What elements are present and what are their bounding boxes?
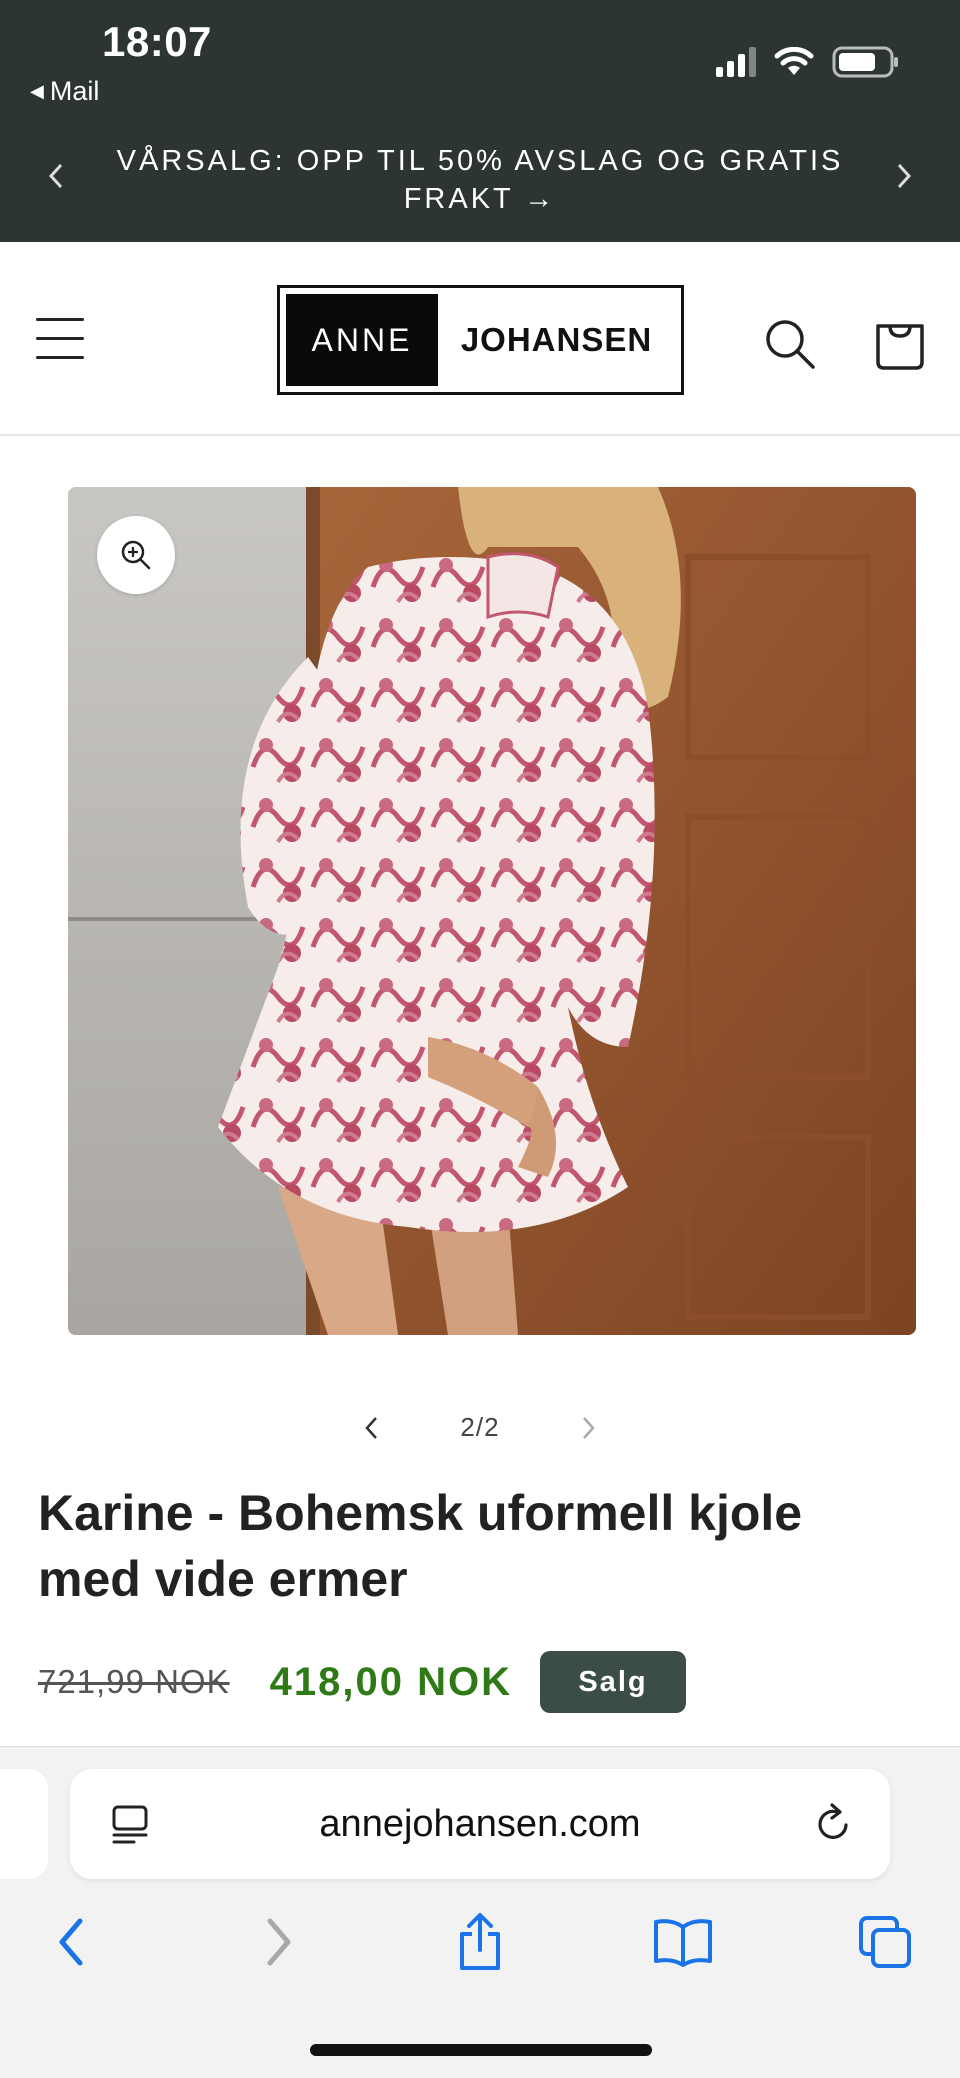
status-time: 18:07 <box>102 18 212 65</box>
product-title: Karine - Bohemsk uformell kjole med vide… <box>38 1485 803 1607</box>
gallery-pager: 2/2 <box>0 1400 960 1456</box>
bookmarks-button[interactable] <box>648 1907 718 1977</box>
share-icon <box>460 1913 500 1970</box>
tabs-icon <box>859 1916 911 1968</box>
announcement-prev-button[interactable] <box>36 156 76 196</box>
logo-left-text: ANNE <box>286 294 438 386</box>
browser-back-button[interactable] <box>36 1907 106 1977</box>
url-text: annejohansen.com <box>319 1802 641 1845</box>
logo-right-text: JOHANSEN <box>460 321 653 358</box>
site-header: ANNE JOHANSEN <box>0 242 960 436</box>
announcement-link[interactable]: VÅRSALG: OPP TIL 50% AVSLAG OG GRATIS FR… <box>110 142 850 218</box>
cart-button[interactable] <box>872 312 928 372</box>
back-arrow-icon <box>59 1918 83 1966</box>
top-bar: 18:07 ◀ Mail VÅRSALG: OPP TIL 50% AVSLAG… <box>0 0 960 242</box>
menu-button[interactable] <box>36 316 86 362</box>
zoom-button[interactable] <box>97 516 175 594</box>
back-app-label: Mail <box>49 76 100 106</box>
search-icon <box>766 320 815 369</box>
zoom-in-icon <box>121 540 151 570</box>
back-to-mail-link[interactable]: ◀ Mail <box>30 76 99 107</box>
product-photo-dress <box>68 487 916 1335</box>
chevron-right-icon <box>897 163 912 189</box>
announcement-next-button[interactable] <box>884 156 924 196</box>
wifi-icon <box>774 47 814 75</box>
store-logo[interactable]: ANNE JOHANSEN <box>277 285 684 395</box>
search-button[interactable] <box>762 316 818 372</box>
sale-badge: Salg <box>539 1651 686 1713</box>
battery-icon <box>832 46 898 78</box>
chevron-left-icon <box>48 163 63 189</box>
price-row: 721,99 NOK 418,00 NOK Salg <box>38 1650 686 1714</box>
back-triangle-icon: ◀ <box>30 81 44 101</box>
gallery-next-button[interactable] <box>568 1408 608 1448</box>
book-icon <box>654 1919 712 1967</box>
address-bar[interactable]: annejohansen.com <box>70 1769 890 1879</box>
cart-bag-icon <box>876 324 924 370</box>
browser-chrome: annejohansen.com <box>0 1746 960 2078</box>
gallery-prev-button[interactable] <box>352 1408 392 1448</box>
product-image[interactable] <box>68 487 916 1335</box>
home-indicator <box>310 2044 652 2056</box>
original-price: 721,99 NOK <box>38 1663 230 1700</box>
chevron-left-icon <box>365 1417 377 1439</box>
previous-tab-peek[interactable] <box>0 1769 48 1879</box>
share-button[interactable] <box>445 1907 515 1977</box>
browser-forward-button[interactable] <box>244 1907 314 1977</box>
browser-toolbar <box>0 1907 960 1977</box>
reload-icon[interactable] <box>810 1801 856 1847</box>
chevron-right-icon <box>583 1417 595 1439</box>
announcement-bar: VÅRSALG: OPP TIL 50% AVSLAG OG GRATIS FR… <box>0 136 960 226</box>
gallery-counter: 2/2 <box>460 1412 500 1442</box>
sale-price: 418,00 NOK <box>269 1659 512 1704</box>
forward-arrow-icon <box>267 1918 291 1966</box>
cellular-signal-icon <box>716 47 756 77</box>
tabs-button[interactable] <box>850 1907 920 1977</box>
status-icons <box>716 46 900 78</box>
